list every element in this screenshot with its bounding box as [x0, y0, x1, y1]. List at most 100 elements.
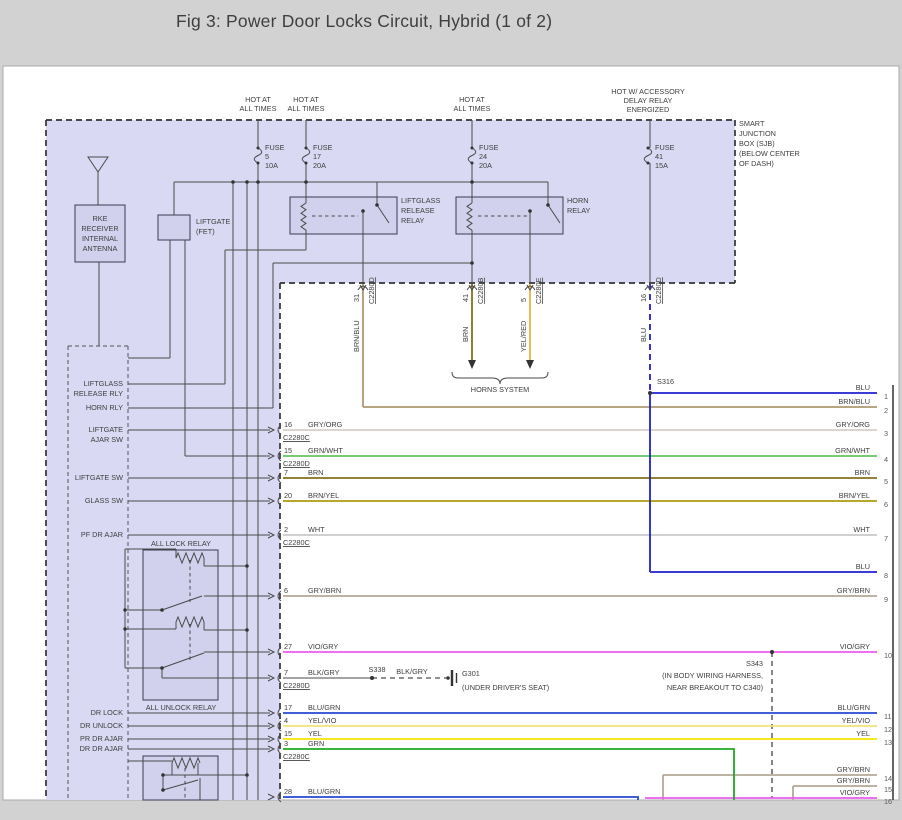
power-source-label: ALL TIMES: [454, 104, 491, 113]
wire-color-label: BLK/GRY: [396, 667, 428, 676]
power-source-label: HOT AT: [459, 95, 485, 104]
fuse-number: 24: [479, 152, 487, 161]
wire-color-label: YEL/VIO: [308, 716, 337, 725]
connector-label: C2280B: [476, 277, 485, 304]
wiring-diagram-page: Fig 3: Power Door Locks Circuit, Hybrid …: [0, 0, 902, 820]
fuse-terminal: [647, 162, 650, 165]
row-number: 16: [884, 797, 892, 806]
wire-color-label: GRY/ORG: [308, 420, 343, 429]
horn-relay-label: RELAY: [567, 206, 591, 215]
wire-color-label: GRN: [308, 739, 324, 748]
row-number: 9: [884, 595, 888, 604]
connector-label: C2280C: [283, 538, 310, 547]
wire-color-label: BRN: [308, 468, 323, 477]
fuse-terminal: [471, 162, 474, 165]
pin-number: 20: [284, 491, 292, 500]
row-number: 5: [884, 477, 888, 486]
rke-label-line: RKE: [92, 214, 107, 223]
connector-label: C2280D: [367, 277, 376, 304]
pin-number: 31: [352, 294, 361, 302]
row-number: 4: [884, 455, 888, 464]
fuse-label: FUSE: [265, 143, 285, 152]
row-number: 8: [884, 571, 888, 580]
wire-color-label: BRN/YEL: [308, 491, 339, 500]
pin-number: 17: [284, 703, 292, 712]
sjb-label-line: (BELOW CENTER: [739, 149, 800, 158]
wire-color-label: WHT: [853, 525, 870, 534]
fuse-rating: 10A: [265, 161, 278, 170]
stub-label: HORN RLY: [86, 403, 123, 412]
power-source-label: ENERGIZED: [627, 105, 670, 114]
ground-location-label: (UNDER DRIVER'S SEAT): [462, 683, 549, 692]
stub-label: DR UNLOCK: [80, 721, 123, 730]
pin-number: 16: [639, 294, 648, 302]
stub-label: AJAR SW: [91, 435, 124, 444]
connector-label: C2280C: [283, 433, 310, 442]
pin-number: 15: [284, 446, 292, 455]
sjb-label-line: BOX (SJB): [739, 139, 775, 148]
power-source-label: HOT W/ ACCESSORY: [611, 87, 685, 96]
wire-color-label: GRY/BRN: [837, 765, 870, 774]
wire-color-label: GRY/BRN: [837, 776, 870, 785]
wire-color-label: BLU/GRN: [838, 703, 870, 712]
wire-color-label: GRY/BRN: [308, 586, 341, 595]
row-number: 13: [884, 738, 892, 747]
wire-color-label: VIO/GRY: [308, 642, 338, 651]
fuse-terminal: [257, 147, 260, 150]
wire-color-label: BLU: [856, 383, 870, 392]
pin-number: 7: [284, 668, 288, 677]
pin-number: 3: [284, 739, 288, 748]
pin-number: 16: [284, 420, 292, 429]
ground-g301-label: G301: [462, 669, 480, 678]
liftgate-fet-label: LIFTGATE: [196, 217, 230, 226]
wire-color-label: BLU: [856, 562, 870, 571]
wire-color-label: BRN: [855, 468, 870, 477]
fuse-label: FUSE: [313, 143, 333, 152]
fuse-terminal: [647, 147, 650, 150]
splice-s316-label: S316: [657, 377, 674, 386]
row-number: 11: [884, 712, 892, 721]
fuse-number: 41: [655, 152, 663, 161]
row-number: 15: [884, 785, 892, 794]
splice-s343-label: NEAR BREAKOUT TO C340): [667, 683, 763, 692]
power-source-label: ALL TIMES: [288, 104, 325, 113]
splice-s338-label: S338: [368, 665, 385, 674]
rke-label-line: RECEIVER: [81, 224, 118, 233]
stub-label: LIFTGLASS: [84, 379, 123, 388]
stub-label: LIFTGATE SW: [75, 473, 123, 482]
pin-number: 15: [284, 729, 292, 738]
fuse-terminal: [471, 147, 474, 150]
stub-label: RELEASE RLY: [74, 389, 123, 398]
wiring-diagram: HOT ATALL TIMESHOT ATALL TIMESHOT ATALL …: [0, 0, 902, 820]
row-number: 14: [884, 774, 892, 783]
splice-s316-dot: [648, 391, 652, 395]
pin-number: 5: [519, 298, 528, 302]
wire-color-label: GRN/WHT: [308, 446, 343, 455]
row-number: 7: [884, 534, 888, 543]
wire-color-label: GRY/BRN: [837, 586, 870, 595]
rke-label-line: INTERNAL: [82, 234, 118, 243]
wire-color-label: WHT: [308, 525, 325, 534]
fuse-terminal: [305, 162, 308, 165]
wire-color-label: BRN/YEL: [839, 491, 870, 500]
wire-color-label: YEL/VIO: [842, 716, 871, 725]
splice-s343-label: S343: [746, 659, 763, 668]
sjb-label-line: JUNCTION: [739, 129, 776, 138]
liftgate-fet-label: (FET): [196, 227, 215, 236]
stub-label: PR DR AJAR: [80, 734, 123, 743]
row-number: 12: [884, 725, 892, 734]
connector-label: C2280E: [534, 277, 543, 304]
wire-color-label: BLU: [639, 328, 648, 342]
stub-label: DR DR AJAR: [80, 744, 123, 753]
pin-number: 27: [284, 642, 292, 651]
pin-number: 4: [284, 716, 288, 725]
power-source-label: DELAY RELAY: [624, 96, 673, 105]
splice-s343-dot: [770, 650, 774, 654]
splice-s343-label: (IN BODY WIRING HARNESS,: [662, 671, 763, 680]
row-number: 1: [884, 392, 888, 401]
liftglass-relay-label: RELEASE: [401, 206, 435, 215]
all-lock-relay-label: ALL LOCK RELAY: [151, 539, 211, 548]
stub-label: DR LOCK: [91, 708, 124, 717]
wire-color-label: YEL: [856, 729, 870, 738]
wire-color-label: GRN/WHT: [835, 446, 870, 455]
